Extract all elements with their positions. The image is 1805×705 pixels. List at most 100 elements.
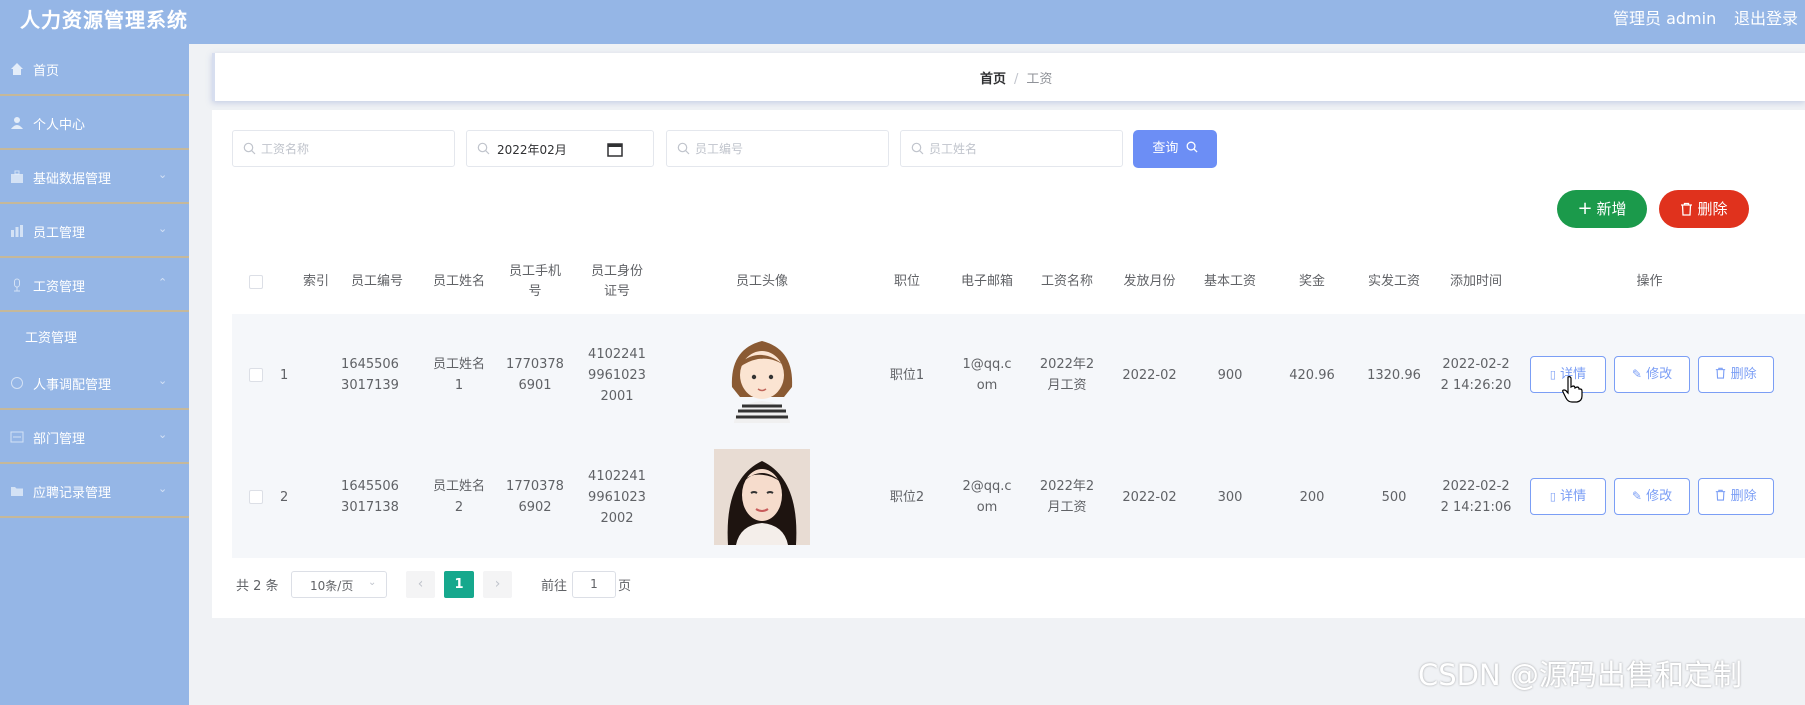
pagination-total: 共 2 条: [236, 579, 279, 594]
edit-button[interactable]: ✎ 修改: [1614, 356, 1690, 393]
salary-name-search[interactable]: [232, 130, 455, 167]
plus-icon: +: [1577, 198, 1593, 219]
cell-added-time: 2022-02-22 14:26:20: [1440, 357, 1512, 393]
sidebar-subitem-salary-management[interactable]: 工资管理: [0, 314, 189, 358]
chevron-left-icon: ‹: [417, 576, 424, 592]
calendar-icon[interactable]: [607, 142, 623, 157]
query-button-label: 查询: [1152, 141, 1179, 156]
trash-icon: [1716, 367, 1726, 379]
salary-name-input[interactable]: [261, 139, 421, 159]
sidebar-item-label: 应聘记录管理: [33, 486, 112, 501]
cell-net-salary: 500: [1381, 489, 1407, 505]
edit-button[interactable]: ✎ 修改: [1614, 478, 1690, 515]
hand-cursor-icon: [1562, 376, 1583, 403]
header-month: 发放月份: [1123, 274, 1176, 289]
header-position: 职位: [893, 274, 920, 289]
home-icon: [11, 63, 23, 75]
cell-bonus: 200: [1299, 489, 1325, 505]
sidebar-item-recruit[interactable]: 应聘记录管理 ⌄: [0, 466, 189, 518]
card-icon: [10, 431, 24, 443]
batch-delete-button[interactable]: 删除: [1659, 190, 1749, 228]
cell-employee-no: 16455063017138: [341, 479, 399, 515]
cell-index: 1: [280, 367, 289, 383]
cell-id-card: 410224199610232001: [588, 346, 646, 404]
watermark: CSDN @源码出售和定制: [1418, 658, 1742, 692]
cell-email: 2@qq.com: [962, 479, 1012, 515]
row-checkbox[interactable]: [249, 368, 263, 382]
cell-employee-name: 员工姓名2: [432, 479, 485, 515]
prev-page-button[interactable]: ‹: [406, 571, 435, 598]
employee-name-search[interactable]: [900, 130, 1123, 167]
cell-bonus: 420.96: [1289, 367, 1335, 383]
trash-icon: [1716, 489, 1726, 501]
search-icon: [911, 142, 924, 155]
cell-phone: 17703786902: [506, 479, 564, 515]
search-icon: [477, 142, 490, 155]
employee-name-input[interactable]: [929, 139, 1089, 159]
next-page-button[interactable]: ›: [483, 571, 512, 598]
header-employee-no: 员工编号: [350, 274, 403, 289]
employee-no-input[interactable]: [695, 139, 855, 159]
sidebar-item-label: 首页: [33, 64, 60, 79]
cell-position: 职位1: [889, 367, 925, 383]
page-number-current[interactable]: 1: [444, 571, 474, 598]
header-net-salary: 实发工资: [1367, 274, 1420, 289]
edit-button-label: 修改: [1646, 367, 1673, 382]
cell-phone: 17703786901: [506, 357, 564, 393]
month-value: 2022年02月: [497, 143, 567, 157]
chevron-down-icon: ⌄: [368, 577, 377, 588]
sidebar-item-basic-data[interactable]: 基础数据管理 ⌄: [0, 152, 189, 204]
cell-base-salary: 900: [1217, 367, 1243, 383]
breadcrumb-current: 工资: [1026, 72, 1053, 87]
select-all-checkbox[interactable]: [249, 275, 263, 289]
row-checkbox[interactable]: [249, 490, 263, 504]
sidebar-item-salary[interactable]: 工资管理 ⌃: [0, 260, 189, 312]
document-icon: ▯: [1549, 368, 1556, 381]
sidebar-item-home[interactable]: 首页: [0, 44, 189, 96]
cell-index: 2: [280, 489, 289, 505]
pencil-icon: ✎: [1631, 489, 1642, 503]
detail-button[interactable]: ▯ 详情: [1530, 478, 1606, 515]
breadcrumb-home[interactable]: 首页: [980, 72, 1006, 87]
sidebar-item-label: 人事调配管理: [33, 378, 112, 393]
chevron-down-icon: ⌄: [158, 428, 168, 441]
cell-position: 职位2: [889, 489, 925, 505]
trash-icon: [1681, 202, 1693, 216]
row-delete-button[interactable]: 删除: [1698, 478, 1774, 515]
add-button[interactable]: + 新增: [1557, 190, 1647, 228]
sidebar: 首页 个人中心 基础数据管理 ⌄ 员工管理 ⌄ 工资管理 ⌃ 工资管理 人事调配…: [0, 44, 189, 705]
month-picker[interactable]: 2022年02月: [466, 130, 654, 167]
header-avatar: 员工头像: [735, 274, 788, 289]
sidebar-item-department[interactable]: 部门管理 ⌄: [0, 412, 189, 464]
search-icon: [677, 142, 690, 155]
breadcrumb-separator: /: [1014, 72, 1019, 87]
employee-no-search[interactable]: [666, 130, 889, 167]
goto-page-input[interactable]: 1: [572, 571, 616, 598]
header-phone: 员工手机号: [508, 264, 561, 299]
add-button-label: 新增: [1596, 200, 1627, 218]
row-delete-button[interactable]: 删除: [1698, 356, 1774, 393]
logout-link[interactable]: 退出登录: [1734, 5, 1798, 29]
sidebar-item-label: 员工管理: [33, 226, 86, 241]
cell-email: 1@qq.com: [962, 357, 1012, 393]
briefcase-icon: [11, 170, 23, 183]
row-delete-label: 删除: [1730, 367, 1757, 382]
cell-month: 2022-02: [1122, 367, 1177, 383]
circle-icon: [11, 377, 23, 389]
header-id-card: 员工身份证号: [590, 264, 643, 299]
sidebar-item-hr-transfer[interactable]: 人事调配管理 ⌄: [0, 358, 189, 410]
cell-salary-name: 2022年2月工资: [1039, 479, 1095, 515]
cell-added-time: 2022-02-22 14:21:06: [1440, 479, 1512, 515]
query-button[interactable]: 查询: [1133, 130, 1217, 168]
table-header: 索引 员工编号 员工姓名 员工手机号 员工身份证号 员工头像 职位 电子邮箱 工…: [232, 250, 1805, 314]
pencil-icon: ✎: [1631, 367, 1642, 381]
page-size-select[interactable]: 10条/页 ⌄: [291, 571, 387, 598]
header-bonus: 奖金: [1298, 274, 1325, 289]
chevron-up-icon: ⌃: [158, 276, 168, 289]
chevron-down-icon: ⌄: [158, 168, 168, 181]
sidebar-item-profile[interactable]: 个人中心: [0, 98, 189, 150]
chart-icon: [11, 225, 23, 237]
sidebar-item-employee[interactable]: 员工管理 ⌄: [0, 206, 189, 258]
page-unit-label: 页: [618, 579, 632, 594]
document-icon: ▯: [1549, 490, 1556, 503]
